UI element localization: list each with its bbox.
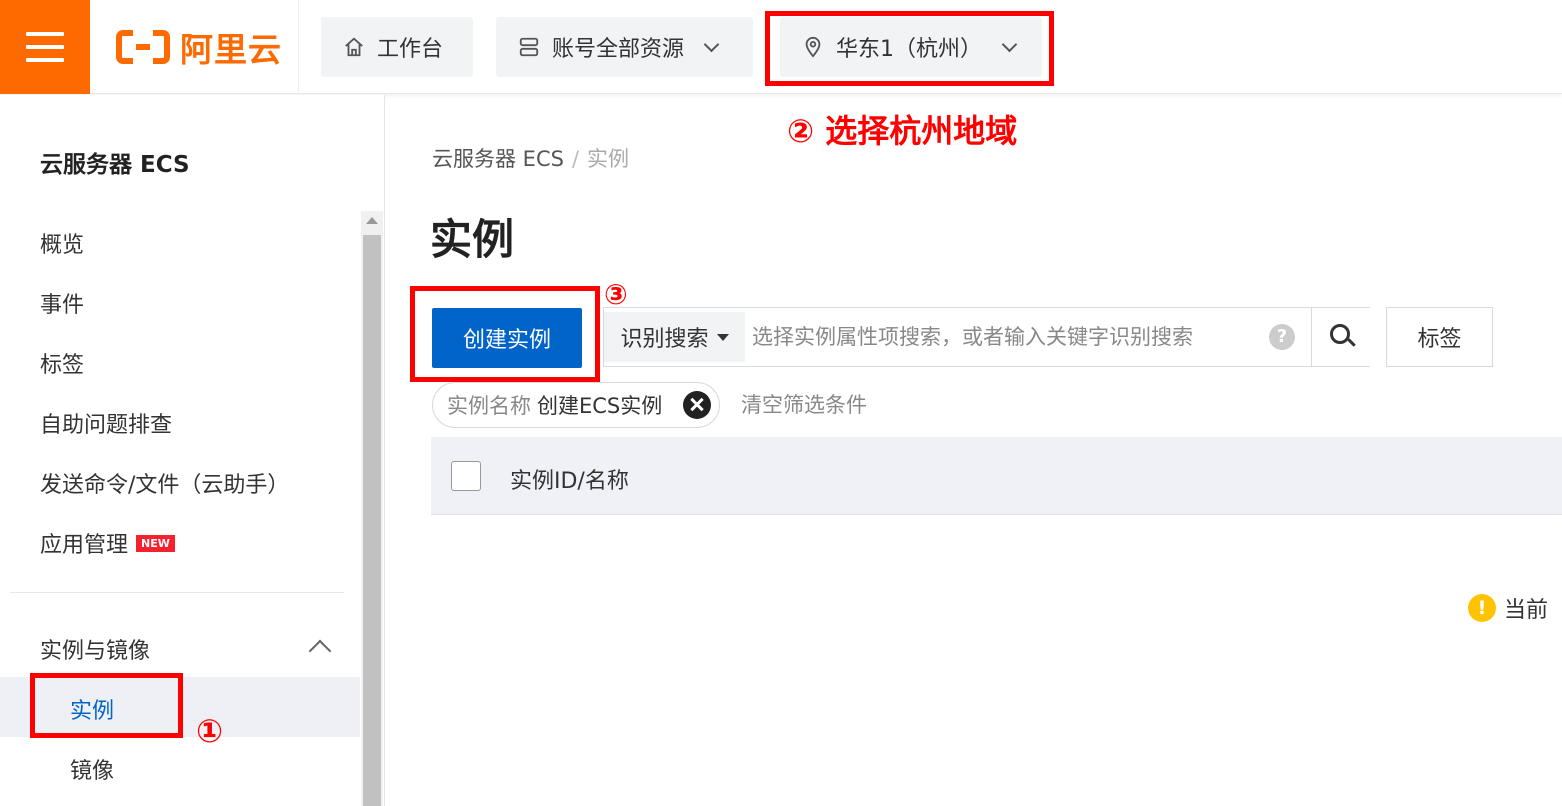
divider	[298, 0, 299, 94]
filter-value: 创建ECS实例	[537, 394, 663, 418]
notice-text: 当前	[1504, 598, 1549, 623]
annotation-step2: ② 选择杭州地域	[787, 112, 1018, 150]
aliyun-logo[interactable]: 阿里云	[116, 26, 282, 69]
sidebar-item-label: 应用管理	[40, 533, 129, 558]
close-icon[interactable]	[683, 391, 711, 419]
breadcrumb-separator: /	[571, 147, 580, 171]
workbench-button[interactable]: 工作台	[321, 17, 473, 77]
hamburger-menu-icon[interactable]	[0, 0, 90, 94]
tag-button[interactable]: 标签	[1386, 307, 1493, 367]
filter-key: 实例名称	[447, 394, 531, 418]
scroll-up-arrow-icon[interactable]	[366, 217, 378, 224]
column-header-instance-id[interactable]: 实例ID/名称	[510, 463, 629, 495]
resource-scope-label: 账号全部资源	[552, 37, 685, 62]
top-bar: 阿里云 工作台 账号全部资源 华东1（杭州）	[0, 0, 1562, 94]
page-title: 实例	[430, 215, 515, 264]
sidebar-item-events[interactable]: 事件	[40, 287, 84, 319]
location-pin-icon	[805, 36, 821, 58]
breadcrumb-parent[interactable]: 云服务器 ECS	[432, 147, 564, 171]
sidebar-title: 云服务器 ECS	[40, 152, 190, 178]
sidebar-item-overview[interactable]: 概览	[40, 227, 84, 259]
region-label: 华东1（杭州）	[836, 37, 982, 62]
breadcrumb: 云服务器 ECS / 实例	[432, 143, 629, 173]
filter-chip: 实例名称 创建ECS实例	[432, 382, 720, 428]
new-badge: NEW	[136, 534, 175, 552]
aliyun-logo-icon	[116, 30, 170, 64]
scrollbar-thumb[interactable]	[363, 235, 381, 806]
chevron-up-icon[interactable]	[308, 639, 332, 663]
breadcrumb-current: 实例	[587, 147, 630, 171]
search-button[interactable]	[1311, 308, 1370, 366]
clear-filters-link[interactable]: 清空筛选条件	[741, 389, 867, 419]
home-icon	[345, 37, 363, 57]
chevron-down-icon	[703, 36, 720, 52]
active-item-highlight	[0, 677, 360, 737]
help-icon[interactable]: ?	[1269, 324, 1295, 350]
search-bar: 识别搜索 ?	[603, 307, 1370, 367]
workbench-label: 工作台	[377, 37, 444, 62]
sidebar-divider	[10, 592, 344, 593]
sidebar-item-tags[interactable]: 标签	[40, 347, 84, 379]
empty-notice: ! 当前	[1468, 592, 1548, 624]
region-selector[interactable]: 华东1（杭州）	[780, 17, 1042, 77]
select-all-checkbox[interactable]	[451, 461, 481, 491]
sidebar-item-app-management[interactable]: 应用管理 NEW	[40, 527, 175, 559]
resource-scope-dropdown[interactable]: 账号全部资源	[496, 17, 753, 77]
logo-text: 阿里云	[180, 30, 282, 69]
sidebar-subitem-images[interactable]: 镜像	[70, 753, 114, 785]
search-input[interactable]	[752, 316, 1262, 358]
caret-down-icon	[716, 333, 729, 341]
sidebar-item-cloud-assistant[interactable]: 发送命令/文件（云助手）	[40, 467, 289, 499]
sidebar: 云服务器 ECS 概览 事件 标签 自助问题排查 发送命令/文件（云助手） 应用…	[0, 95, 385, 806]
sidebar-subitem-instances[interactable]: 实例	[70, 693, 114, 725]
table-header: 实例ID/名称	[431, 437, 1562, 515]
server-stack-icon	[519, 37, 539, 57]
create-instance-button[interactable]: 创建实例	[432, 308, 582, 368]
warning-icon: !	[1468, 594, 1496, 622]
annotation-step1: ①	[196, 712, 224, 750]
sidebar-item-self-diagnosis[interactable]: 自助问题排查	[40, 407, 172, 439]
search-type-dropdown[interactable]: 识别搜索	[604, 312, 745, 362]
search-type-label: 识别搜索	[620, 327, 709, 352]
chevron-down-icon	[1001, 36, 1018, 52]
sidebar-group-instances-images[interactable]: 实例与镜像	[40, 633, 150, 665]
